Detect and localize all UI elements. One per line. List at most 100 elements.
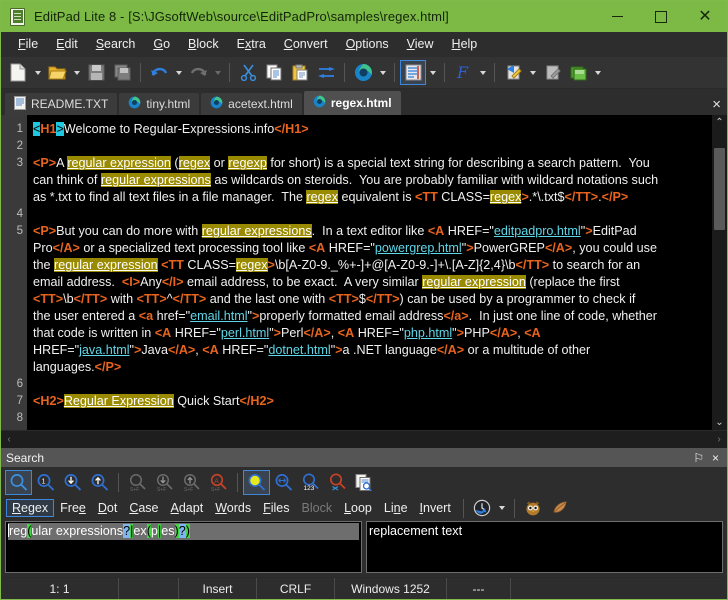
option-dot[interactable]: Dot bbox=[92, 499, 123, 517]
option-adapt[interactable]: Adapt bbox=[165, 499, 210, 517]
option-invert[interactable]: Invert bbox=[414, 499, 457, 517]
code-line-5d: email address. <I>Any</I> email address,… bbox=[33, 275, 620, 289]
menu-go[interactable]: Go bbox=[144, 34, 179, 54]
horizontal-scroll-track[interactable] bbox=[17, 431, 711, 448]
browser-preview-dropdown-icon[interactable] bbox=[376, 60, 389, 85]
redo-dropdown-icon bbox=[211, 60, 224, 85]
find-first-icon[interactable]: 1 bbox=[32, 470, 59, 495]
search-options-row: Regex Free Dot Case Adapt Words Files Bl… bbox=[1, 497, 727, 519]
tab-tiny-html[interactable]: tiny.html bbox=[119, 93, 200, 115]
pin-icon[interactable]: ⚐ bbox=[689, 451, 708, 465]
open-file-icon[interactable] bbox=[44, 60, 70, 85]
menu-search[interactable]: Search bbox=[87, 34, 145, 54]
menu-convert[interactable]: Convert bbox=[275, 34, 337, 54]
code-line-5h: HREF="java.html">Java</A>, <A HREF="dotn… bbox=[33, 343, 591, 357]
editor-vertical-scrollbar[interactable]: ⌃ ⌄ bbox=[712, 115, 727, 430]
tab-acetext-html[interactable]: acetext.html bbox=[201, 93, 302, 115]
line-numbers-dropdown-icon[interactable] bbox=[426, 60, 439, 85]
cut-icon[interactable] bbox=[235, 60, 261, 85]
option-block: Block bbox=[301, 501, 333, 515]
option-free[interactable]: Free bbox=[54, 499, 92, 517]
owl-icon[interactable] bbox=[520, 496, 547, 521]
line-numbers-icon[interactable] bbox=[400, 60, 426, 85]
tab-regex-html[interactable]: regex.html bbox=[303, 91, 401, 115]
browser-preview-icon[interactable] bbox=[350, 60, 376, 85]
feather-icon[interactable] bbox=[547, 496, 574, 521]
open-file-dropdown-icon[interactable] bbox=[70, 60, 83, 85]
menu-file[interactable]: File bbox=[9, 34, 47, 54]
menu-block[interactable]: Block bbox=[179, 34, 228, 54]
close-tab-button[interactable]: × bbox=[712, 97, 721, 112]
redo-icon[interactable] bbox=[185, 60, 211, 85]
maximize-button[interactable] bbox=[639, 1, 683, 32]
code-line-5i: languages.</P> bbox=[33, 360, 122, 374]
option-regex[interactable]: Regex bbox=[6, 499, 55, 517]
menu-extra[interactable]: Extra bbox=[228, 34, 275, 54]
option-line[interactable]: Line bbox=[378, 499, 414, 517]
option-case[interactable]: Case bbox=[123, 499, 164, 517]
undo-icon[interactable] bbox=[146, 60, 172, 85]
copy-matches-icon[interactable] bbox=[351, 470, 378, 495]
font-icon[interactable]: F bbox=[450, 60, 476, 85]
save-all-icon[interactable] bbox=[109, 60, 135, 85]
search-input-text: reg(ular expressions?|ex(p|es)?) bbox=[8, 523, 359, 540]
new-file-dropdown-icon[interactable] bbox=[31, 60, 44, 85]
line-number: 8 bbox=[16, 412, 23, 424]
tab-readme-txt[interactable]: README.TXT bbox=[5, 93, 118, 115]
scroll-down-arrow-icon[interactable]: ⌄ bbox=[715, 415, 723, 430]
search-input[interactable]: reg(ular expressions?|ex(p|es)?) bbox=[5, 521, 362, 573]
edit-left-dropdown-icon[interactable] bbox=[526, 60, 539, 85]
toolbar-separator bbox=[140, 63, 141, 82]
vertical-scroll-thumb[interactable] bbox=[714, 147, 725, 230]
option-files[interactable]: Files bbox=[257, 499, 295, 517]
edit-left-icon[interactable] bbox=[500, 60, 526, 85]
save-icon[interactable] bbox=[83, 60, 109, 85]
copy-icon[interactable] bbox=[261, 60, 287, 85]
find-next-icon[interactable] bbox=[59, 470, 86, 495]
find-previous-icon[interactable] bbox=[86, 470, 113, 495]
code-line-5e: <TT>\b</TT> with <TT>^</TT> and the last… bbox=[33, 292, 636, 306]
code-line-7: <H2>Regular Expression Quick Start</H2> bbox=[33, 394, 274, 408]
history-dropdown-icon[interactable] bbox=[496, 496, 509, 521]
scroll-up-arrow-icon[interactable]: ⌃ bbox=[715, 115, 723, 130]
paste-icon[interactable] bbox=[287, 60, 313, 85]
count-matches-icon[interactable]: 123 bbox=[297, 470, 324, 495]
cursor-position: 1: 1 bbox=[1, 578, 119, 599]
encoding[interactable]: Windows 1252 bbox=[335, 578, 447, 599]
document-tab-bar: README.TXT tiny.html acetext.html regex.… bbox=[1, 89, 727, 115]
option-loop[interactable]: Loop bbox=[338, 499, 378, 517]
new-file-icon[interactable] bbox=[5, 60, 31, 85]
font-dropdown-icon[interactable] bbox=[476, 60, 489, 85]
line-number-wrap bbox=[1, 291, 23, 308]
close-search-panel-icon[interactable]: × bbox=[708, 451, 723, 465]
delete-matches-icon[interactable] bbox=[324, 470, 351, 495]
history-clock-icon[interactable] bbox=[469, 496, 496, 521]
find-all-selection-icon: A S+F bbox=[205, 470, 232, 495]
option-words[interactable]: Words bbox=[209, 499, 257, 517]
find-icon[interactable] bbox=[5, 469, 32, 495]
book-dropdown-icon[interactable] bbox=[591, 60, 604, 85]
menu-view[interactable]: View bbox=[398, 34, 443, 54]
scroll-right-arrow-icon[interactable]: › bbox=[711, 434, 727, 445]
editor-horizontal-scrollbar[interactable]: ‹ › bbox=[1, 430, 727, 448]
highlight-all-icon[interactable] bbox=[243, 469, 270, 495]
line-break-mode[interactable]: CRLF bbox=[257, 578, 335, 599]
menu-options[interactable]: Options bbox=[337, 34, 398, 54]
replace-input[interactable]: replacement text bbox=[366, 521, 723, 573]
edit-right-icon[interactable] bbox=[539, 60, 565, 85]
line-number: 4 bbox=[16, 208, 23, 220]
undo-dropdown-icon[interactable] bbox=[172, 60, 185, 85]
tab-label: acetext.html bbox=[228, 97, 293, 111]
book-icon[interactable] bbox=[565, 60, 591, 85]
menu-edit[interactable]: Edit bbox=[47, 34, 87, 54]
editpad-window: EditPad Lite 8 - [S:\JGsoftWeb\source\Ed… bbox=[0, 0, 728, 600]
scroll-left-arrow-icon[interactable]: ‹ bbox=[1, 434, 17, 445]
insert-mode[interactable]: Insert bbox=[179, 578, 257, 599]
replace-icon[interactable] bbox=[270, 470, 297, 495]
swap-icon[interactable] bbox=[313, 60, 339, 85]
menu-help[interactable]: Help bbox=[443, 34, 487, 54]
code-view[interactable]: <H1>Welcome to Regular-Expressions.info<… bbox=[27, 115, 712, 430]
minimize-button[interactable] bbox=[595, 1, 639, 32]
close-button[interactable]: ✕ bbox=[683, 1, 727, 32]
